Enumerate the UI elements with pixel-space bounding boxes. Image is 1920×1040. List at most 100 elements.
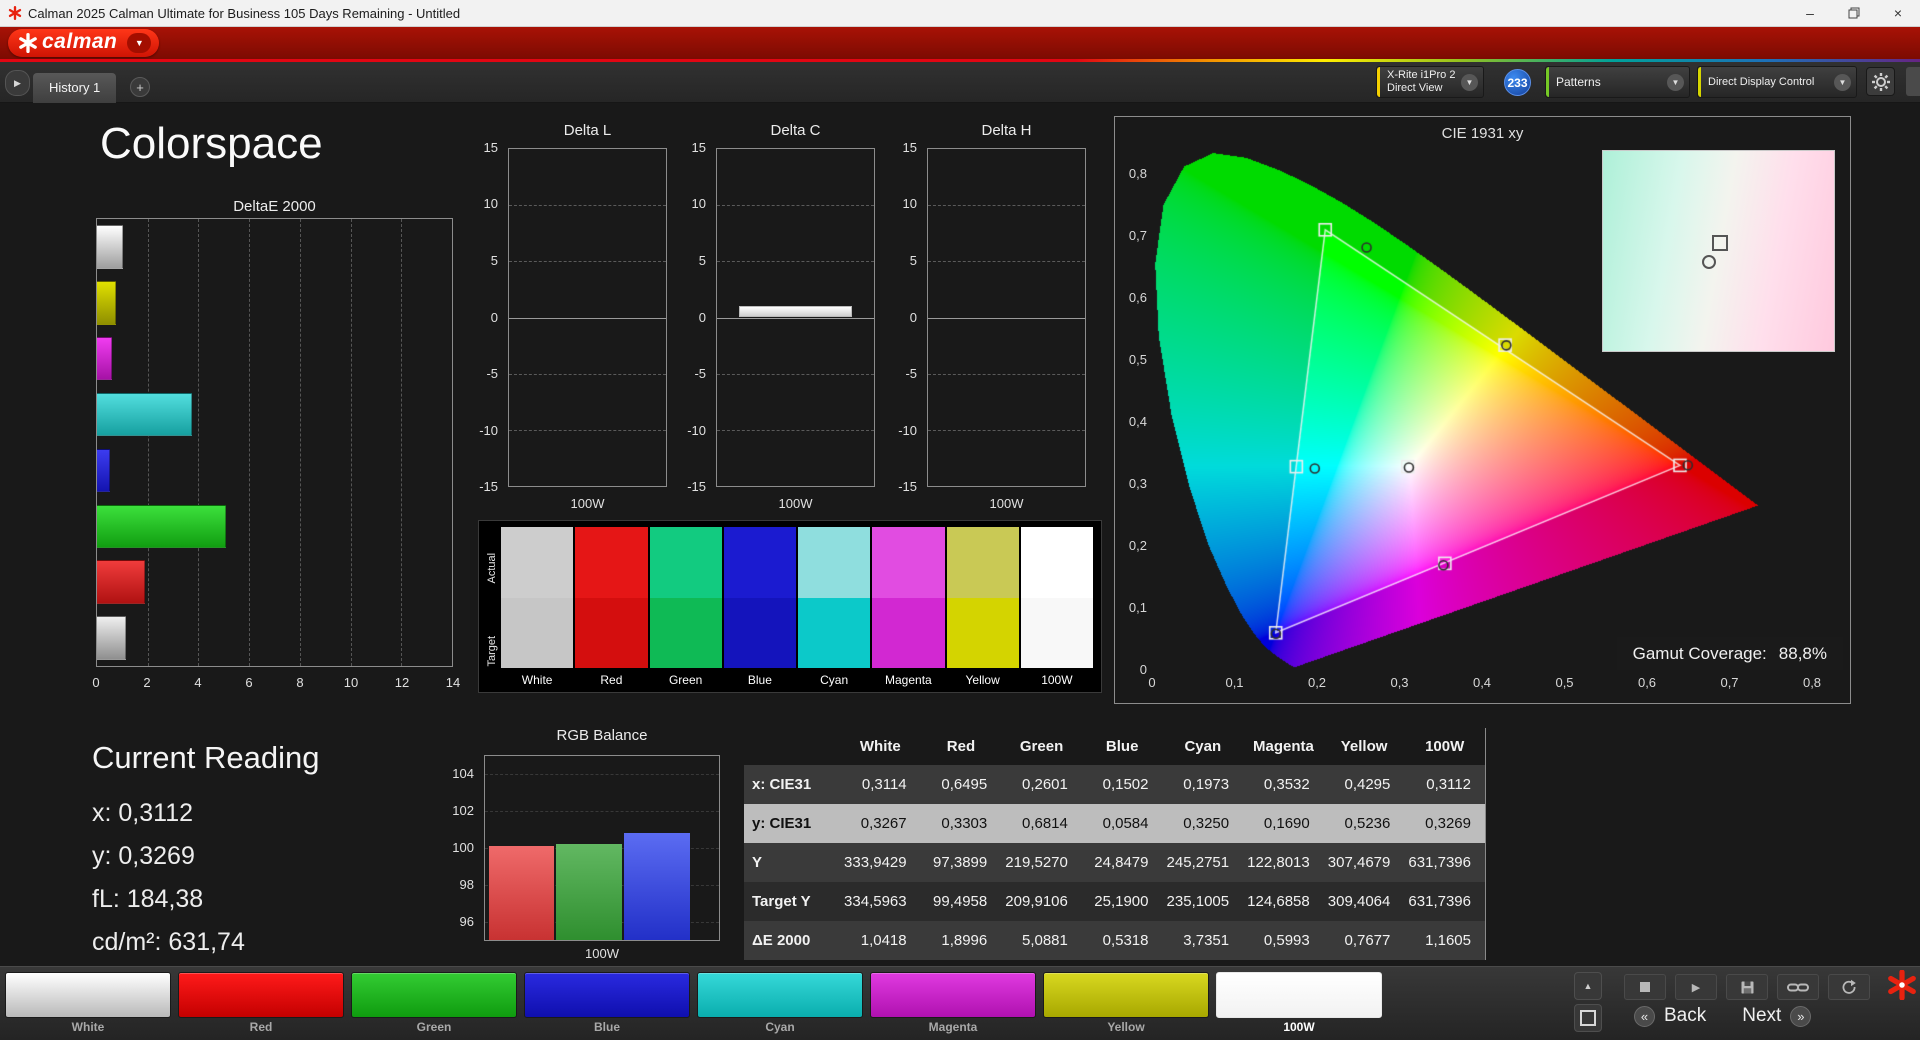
gridline [717,261,874,263]
main-content: Colorspace DeltaE 2000 0 2 4 6 8 10 12 14 Delta… [0,103,1920,966]
deltae-bar-100w [97,616,127,660]
meter-selector[interactable]: X-Rite i1Pro 2 Direct View ▼ [1376,66,1484,98]
pattern-cell: Red [178,972,344,1034]
pattern-button-100w[interactable] [1216,972,1382,1018]
gridline [717,429,874,431]
table-cell: 99,4958 [933,893,988,910]
target-swatch [946,597,1019,668]
gridline [928,373,1085,375]
window-titlebar: Calman 2025 Calman Ultimate for Business… [0,0,1920,27]
axis-tick-label: 10 [691,196,706,212]
table-row[interactable]: x: CIE31 0,3114 0,6495 0,2601 0,1502 0,1973 0,… [744,765,1485,804]
back-button[interactable]: « Back [1634,1005,1706,1027]
table-cell: 334,5963 [844,893,907,910]
swatch-column-red: Red [575,527,648,692]
deltae-bar-red [97,560,146,604]
current-reading: Current Reading x: 0,3112 y: 0,3269 fL: … [92,740,319,964]
swatch-strip: Actual Target White Red Green Blue Cyan Magen… [478,520,1102,693]
pattern-button-magenta[interactable] [870,972,1036,1018]
pattern-count-badge[interactable]: 233 [1504,69,1531,96]
pattern-cell: White [5,972,171,1034]
refresh-icon [1842,979,1856,994]
collapse-panel-button[interactable]: ▲ [1574,972,1602,1000]
cie-chart-title: CIE 1931 xy [1441,125,1524,142]
chevron-down-icon[interactable]: ▼ [1667,73,1684,91]
gridline [928,261,1085,263]
history-expander-button[interactable]: ▶ [5,70,30,96]
chevron-down-icon[interactable]: ▼ [1461,73,1478,91]
play-button[interactable]: ▶ [1675,974,1717,1000]
pattern-button-green[interactable] [351,972,517,1018]
refresh-button[interactable] [1828,974,1870,1000]
current-reading-cdm2: cd/m²: 631,74 [92,928,245,956]
edge-panel-button[interactable] [1906,67,1920,96]
pattern-button-red[interactable] [178,972,344,1018]
actual-swatch [946,527,1019,598]
actual-swatch [798,527,871,598]
axis-tick-label: 0 [92,675,100,690]
axis-tick-label: 2 [143,675,151,690]
rgb-bar-red [488,846,555,940]
add-tab-button[interactable]: + [130,77,150,97]
table-cell: 124,6858 [1247,893,1310,910]
back-chevron-icon: « [1634,1005,1655,1027]
table-row[interactable]: ΔE 2000 1,0418 1,8996 5,0881 0,5318 3,7351 0,5… [744,921,1485,960]
save-button[interactable] [1726,974,1768,1000]
delta-h-x-label: 100W [989,496,1024,511]
gridline [509,261,666,263]
tab-history-1[interactable]: History 1 [33,73,117,103]
minimize-button[interactable]: – [1788,0,1832,26]
layout-button[interactable] [1574,1004,1602,1032]
settings-gear-button[interactable] [1866,67,1895,96]
actual-row-label: Actual [486,552,498,584]
table-cell: 0,3114 [861,776,907,793]
chevron-down-icon[interactable]: ▼ [1834,73,1851,91]
link-button[interactable] [1777,974,1819,1000]
delta-h-chart: Delta H 15 10 5 0 -5 -10 -15 100W [887,122,1087,522]
close-button[interactable]: × [1876,0,1920,26]
stop-button[interactable] [1624,974,1666,1000]
table-row[interactable]: Target Y 334,5963 99,4958 209,9106 25,1900 23… [744,882,1485,921]
inset-measured-marker [1702,255,1717,269]
deltae-bar-white [97,225,124,269]
axis-tick-label: 15 [691,140,706,155]
axis-tick-label: 98 [459,877,474,893]
axis-tick-label: 0,6 [1128,290,1147,305]
measurement-table: White Red Green Blue Cyan Magenta Yellow 100W x:… [744,728,1486,960]
gamut-coverage-label: Gamut Coverage: [1632,643,1767,663]
delta-c-x-label: 100W [778,496,813,511]
column-header: Magenta [1253,738,1314,755]
delta-l-x-label: 100W [570,496,605,511]
target-swatch [798,597,871,668]
pattern-button-white[interactable] [5,972,171,1018]
axis-tick-label: 10 [902,196,917,212]
restore-button[interactable] [1832,0,1876,26]
swatch-label: Red [600,673,623,687]
table-row[interactable]: y: CIE31 0,3267 0,3303 0,6814 0,0584 0,3250 0,… [744,804,1485,843]
axis-tick-label: 5 [698,252,706,268]
table-cell: 0,3303 [941,815,988,832]
pattern-cell: Magenta [870,972,1036,1034]
delta-c-plot [716,148,875,487]
table-row[interactable]: Y 333,9429 97,3899 219,5270 24,8479 245,2751 1… [744,843,1485,882]
chevron-down-icon[interactable]: ▼ [127,33,152,53]
swatch-column-magenta: Magenta [872,527,945,692]
axis-tick-label: 0,4 [1128,414,1147,429]
table-header-row: White Red Green Blue Cyan Magenta Yellow 100W [744,728,1485,765]
axis-tick-label: -10 [687,422,706,438]
pattern-label: Yellow [1107,1020,1145,1034]
next-button[interactable]: Next » [1742,1005,1812,1027]
swatch-column-green: Green [649,527,722,692]
axis-tick-label: 6 [245,675,253,690]
pattern-button-cyan[interactable] [697,972,863,1018]
patterns-selector[interactable]: Patterns ▼ [1545,66,1690,98]
display-control-selector[interactable]: Direct Display Control ▼ [1697,66,1857,98]
axis-tick-label: -15 [687,479,706,494]
pattern-button-yellow[interactable] [1043,972,1209,1018]
column-header: Cyan [1184,738,1222,755]
axis-tick-label: 100 [452,840,474,855]
gridline [299,219,301,666]
calman-logo-menu[interactable]: calman ▼ [8,29,160,57]
pattern-button-blue[interactable] [524,972,690,1018]
axis-tick-label: 96 [459,914,474,930]
